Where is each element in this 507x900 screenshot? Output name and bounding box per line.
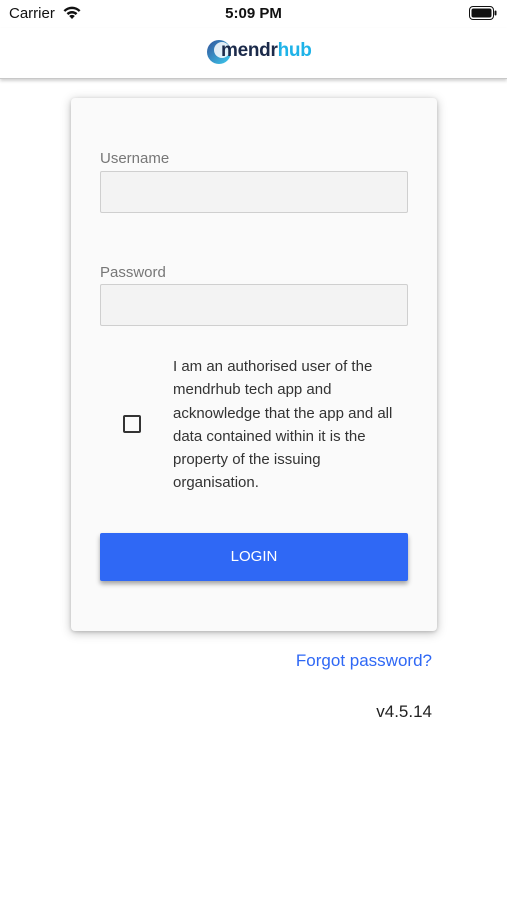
version-label: v4.5.14 <box>376 702 432 721</box>
login-button[interactable]: LOGIN <box>100 533 408 581</box>
logo-wordmark: mendrhub <box>221 40 312 61</box>
password-label: Password <box>100 264 166 281</box>
login-card: Username Password I am an authorised use… <box>71 98 437 631</box>
username-input[interactable] <box>100 171 408 213</box>
agreement-text: I am an authorised user of the mendrhub … <box>173 358 393 492</box>
forgot-password-link[interactable]: Forgot password? <box>296 651 432 671</box>
password-input[interactable] <box>100 284 408 326</box>
battery-icon <box>469 6 497 20</box>
status-bar: Carrier 5:09 PM <box>0 0 507 28</box>
app-header: mendrhub <box>0 28 507 79</box>
agreement-checkbox[interactable] <box>123 415 141 433</box>
username-label: Username <box>100 150 170 167</box>
mendrhub-logo: mendrhub <box>205 34 312 68</box>
clock: 5:09 PM <box>225 5 282 22</box>
